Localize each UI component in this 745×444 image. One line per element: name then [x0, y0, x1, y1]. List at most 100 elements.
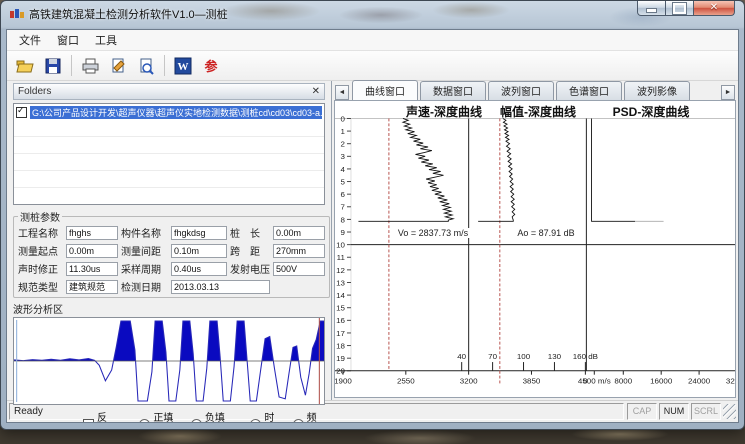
status-num: NUM: [659, 403, 689, 420]
svg-text:7: 7: [341, 203, 345, 212]
param-soundtime-corr-label: 声时修正: [18, 261, 63, 276]
param-spec-type-value[interactable]: 建筑规范: [66, 280, 118, 294]
param-measure-interval-value[interactable]: 0.10m: [171, 244, 227, 258]
param-component-name-value[interactable]: fhgkdsg: [171, 226, 227, 240]
close-button[interactable]: ✕: [693, 1, 735, 16]
save-icon: [44, 57, 62, 75]
svg-text:11: 11: [337, 253, 345, 262]
param-spec-type-label: 规范类型: [18, 279, 63, 294]
tab-0[interactable]: 曲线窗口: [352, 80, 418, 100]
title-bar[interactable]: 高铁建筑混凝土检测分析软件V1.0—测桩 ✕: [1, 1, 744, 29]
print-button[interactable]: [76, 53, 104, 79]
svg-text:8000: 8000: [614, 377, 632, 386]
page-tool-icon: [109, 57, 127, 75]
word-export-button[interactable]: W: [169, 53, 197, 79]
menu-file[interactable]: 文件: [11, 30, 49, 50]
param-test-date-label: 检测日期: [121, 279, 168, 294]
printer-icon: [80, 57, 100, 75]
svg-text:18: 18: [336, 342, 345, 351]
svg-text:40: 40: [457, 352, 466, 361]
svg-text:0: 0: [583, 377, 588, 386]
depth-charts-svg[interactable]: 0123456789101112131415161718192019002550…: [335, 101, 735, 397]
status-scrl: SCRL: [691, 403, 721, 420]
menu-window[interactable]: 窗口: [49, 30, 87, 50]
toolbar-separator: [71, 55, 72, 76]
menu-bar: 文件 窗口 工具: [7, 30, 738, 51]
minimize-button[interactable]: [637, 1, 666, 16]
param-project-name-value[interactable]: fhghs: [66, 226, 118, 240]
param-component-name-label: 构件名称: [121, 225, 168, 240]
file-list-empty-row: [14, 120, 324, 137]
param-measure-start-label: 测量起点: [18, 243, 63, 258]
maximize-button[interactable]: [666, 1, 693, 16]
param-span-label: 跨 距: [230, 243, 270, 258]
svg-text:2: 2: [341, 140, 345, 149]
svg-text:130: 130: [548, 352, 562, 361]
freq-domain-radio[interactable]: [293, 419, 304, 424]
param-pile-length-value[interactable]: 0.00m: [273, 226, 325, 240]
fill-negative-radio[interactable]: [191, 419, 202, 424]
param-sample-period-value[interactable]: 0.40us: [171, 262, 227, 276]
param-char-icon: 参: [202, 57, 220, 75]
save-button[interactable]: [39, 53, 67, 79]
toolbar-separator: [164, 55, 165, 76]
svg-text:0: 0: [341, 114, 346, 123]
param-pile-length-label: 桩 长: [230, 225, 270, 240]
curve-window-page[interactable]: 声速-深度曲线 幅值-深度曲线 PSD-深度曲线 Vo = 2837.73 m/…: [334, 100, 736, 398]
svg-text:19: 19: [336, 354, 345, 363]
panel-close-icon[interactable]: ✕: [312, 87, 320, 97]
param-span-value[interactable]: 270mm: [273, 244, 325, 258]
pile-params-group: 测桩参数 工程名称 fhghs 构件名称 fhgkdsg 桩 长 0.00m 测…: [13, 209, 330, 298]
desktop-background: 高铁建筑混凝土检测分析软件V1.0—测桩 ✕ 文件 窗口 工具: [0, 0, 745, 444]
toolbar: W 参: [7, 51, 738, 81]
svg-text:3850: 3850: [523, 377, 541, 386]
time-domain-radio[interactable]: [250, 419, 261, 424]
client-area: 文件 窗口 工具: [6, 29, 739, 423]
tab-4[interactable]: 波列影像: [624, 81, 690, 100]
waveform-display[interactable]: [13, 317, 325, 405]
svg-text:32000: 32000: [726, 377, 735, 386]
tab-3[interactable]: 色谱窗口: [556, 81, 622, 100]
close-icon: ✕: [710, 3, 718, 13]
print-preview-button[interactable]: [132, 53, 160, 79]
parameters-button[interactable]: 参: [197, 53, 225, 79]
open-file-button[interactable]: [11, 53, 39, 79]
menu-tools[interactable]: 工具: [87, 30, 125, 50]
file-path-label[interactable]: G:\公司产品设计开发\超声仪器\超声仪实地检测数据\测桩cd\cd03\cd0…: [30, 106, 322, 119]
param-test-date-value[interactable]: 2013.03.13: [171, 280, 270, 294]
tab-scroll-right-icon[interactable]: ►: [721, 85, 735, 100]
svg-text:100: 100: [517, 352, 531, 361]
tab-scroll-left-icon[interactable]: ◄: [335, 85, 349, 100]
svg-text:2550: 2550: [397, 377, 415, 386]
tab-strip: ◄ 曲线窗口数据窗口波列窗口色谱窗口波列影像 ►: [334, 82, 736, 100]
folders-panel-title: Folders: [18, 86, 51, 97]
svg-text:3: 3: [341, 152, 346, 161]
word-icon: W: [174, 57, 192, 75]
svg-text:24000: 24000: [688, 377, 711, 386]
waveform-svg[interactable]: [14, 318, 324, 404]
param-soundtime-corr-value[interactable]: 11.30us: [66, 262, 118, 276]
svg-text:1900: 1900: [335, 377, 352, 386]
ao-annotation: Ao = 87.91 dB: [515, 228, 576, 238]
file-list-item[interactable]: G:\公司产品设计开发\超声仪器\超声仪实地检测数据\测桩cd\cd03\cd0…: [14, 104, 324, 120]
app-window: 高铁建筑混凝土检测分析软件V1.0—测桩 ✕ 文件 窗口 工具: [0, 0, 745, 430]
print-preview-icon: [137, 57, 155, 75]
file-list-empty-row: [14, 154, 324, 171]
file-list[interactable]: G:\公司产品设计开发\超声仪器\超声仪实地检测数据\测桩cd\cd03\cd0…: [13, 103, 325, 205]
svg-text:3200: 3200: [460, 377, 478, 386]
tab-1[interactable]: 数据窗口: [420, 81, 486, 100]
param-measure-interval-label: 测量间距: [121, 243, 168, 258]
file-list-empty-row: [14, 137, 324, 154]
resize-grip[interactable]: [723, 404, 736, 419]
folders-panel-header[interactable]: Folders ✕: [13, 83, 325, 100]
tab-2[interactable]: 波列窗口: [488, 81, 554, 100]
param-measure-start-value[interactable]: 0.00m: [66, 244, 118, 258]
open-folder-icon: [15, 57, 35, 75]
waveform-area-label: 波形分析区: [13, 301, 325, 316]
param-voltage-value[interactable]: 500V: [273, 262, 325, 276]
invert-checkbox[interactable]: [83, 419, 94, 424]
svg-text:6: 6: [341, 190, 346, 199]
fill-positive-radio[interactable]: [139, 419, 150, 424]
file-checkbox[interactable]: [16, 107, 27, 118]
print-setup-button[interactable]: [104, 53, 132, 79]
